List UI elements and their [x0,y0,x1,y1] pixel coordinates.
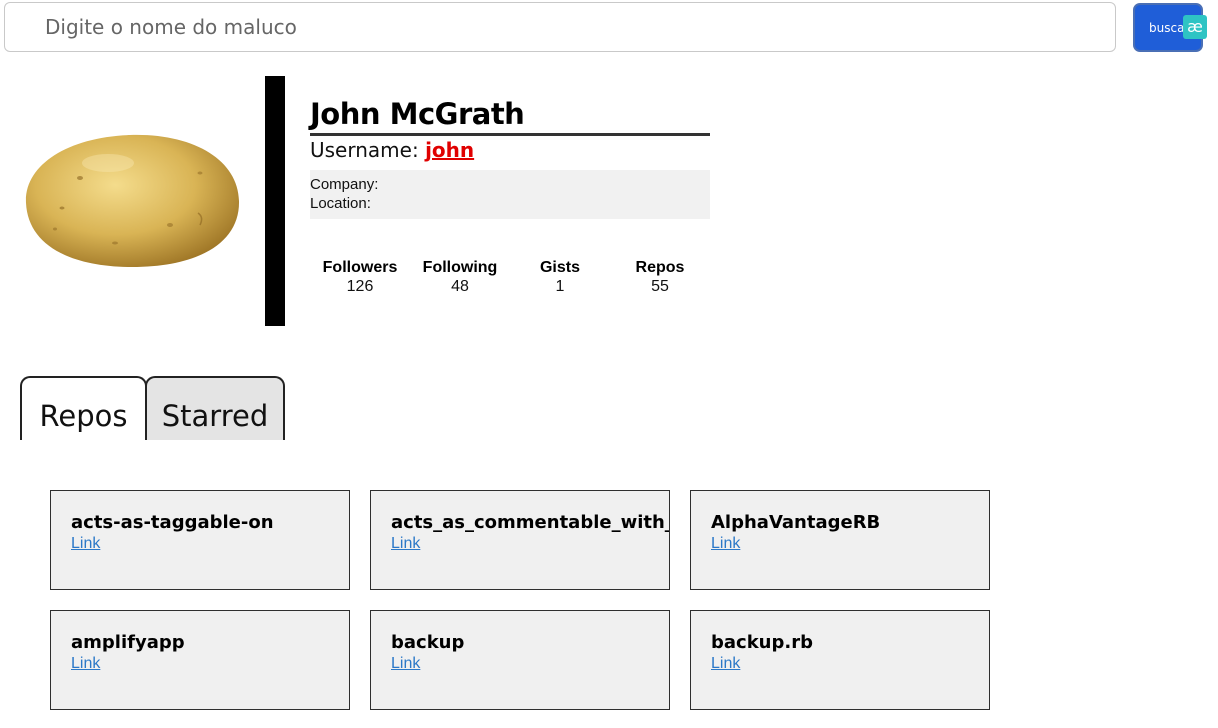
repo-name: backup [391,632,465,653]
repo-name: backup.rb [711,632,813,653]
username-row: Username: john [310,136,710,164]
repo-link[interactable]: Link [711,534,740,554]
repo-link[interactable]: Link [711,654,740,674]
stat-label: Following [422,259,498,276]
stat-followers: Followers 126 [310,258,410,296]
stat-value: 126 [346,278,374,295]
profile-name: John McGrath [310,96,710,136]
tab-repos[interactable]: Repos [20,376,147,440]
stat-value: 1 [555,278,565,295]
stat-following: Following 48 [410,258,510,296]
repo-name: acts_as_commentable_with_threading [391,512,670,533]
repo-card: acts-as-taggable-on Link [50,490,350,590]
profile-divider [265,76,285,326]
repo-name: amplifyapp [71,632,185,653]
profile-info: John McGrath Username: john Company: Loc… [310,96,710,219]
location-row: Location: [310,194,710,213]
extension-badge-icon[interactable]: æ [1183,15,1207,39]
username-link[interactable]: john [425,138,474,162]
stat-value: 48 [451,278,469,295]
tab-starred[interactable]: Starred [145,376,285,440]
stat-repos: Repos 55 [610,258,710,296]
repo-name: AlphaVantageRB [711,512,881,533]
location-label: Location: [310,195,371,212]
username-label: Username: [310,138,419,162]
stat-label: Followers [322,259,398,276]
repo-card: backup Link [370,610,670,710]
repo-card: backup.rb Link [690,610,990,710]
repo-card: AlphaVantageRB Link [690,490,990,590]
repo-name: acts-as-taggable-on [71,512,274,533]
repo-link[interactable]: Link [391,534,420,554]
repo-card: amplifyapp Link [50,610,350,710]
company-row: Company: [310,175,710,194]
repo-card: acts_as_commentable_with_threading Link [370,490,670,590]
stat-value: 55 [651,278,669,295]
avatar [25,134,240,267]
company-label: Company: [310,176,379,193]
repo-link[interactable]: Link [71,654,100,674]
stat-gists: Gists 1 [510,258,610,296]
repo-link[interactable]: Link [391,654,420,674]
stat-label: Gists [539,259,580,276]
profile-stats: Followers 126 Following 48 Gists 1 Repos… [310,258,710,296]
stat-label: Repos [635,259,685,276]
repo-link[interactable]: Link [71,534,100,554]
details-box: Company: Location: [310,170,710,219]
search-input[interactable] [4,2,1116,52]
